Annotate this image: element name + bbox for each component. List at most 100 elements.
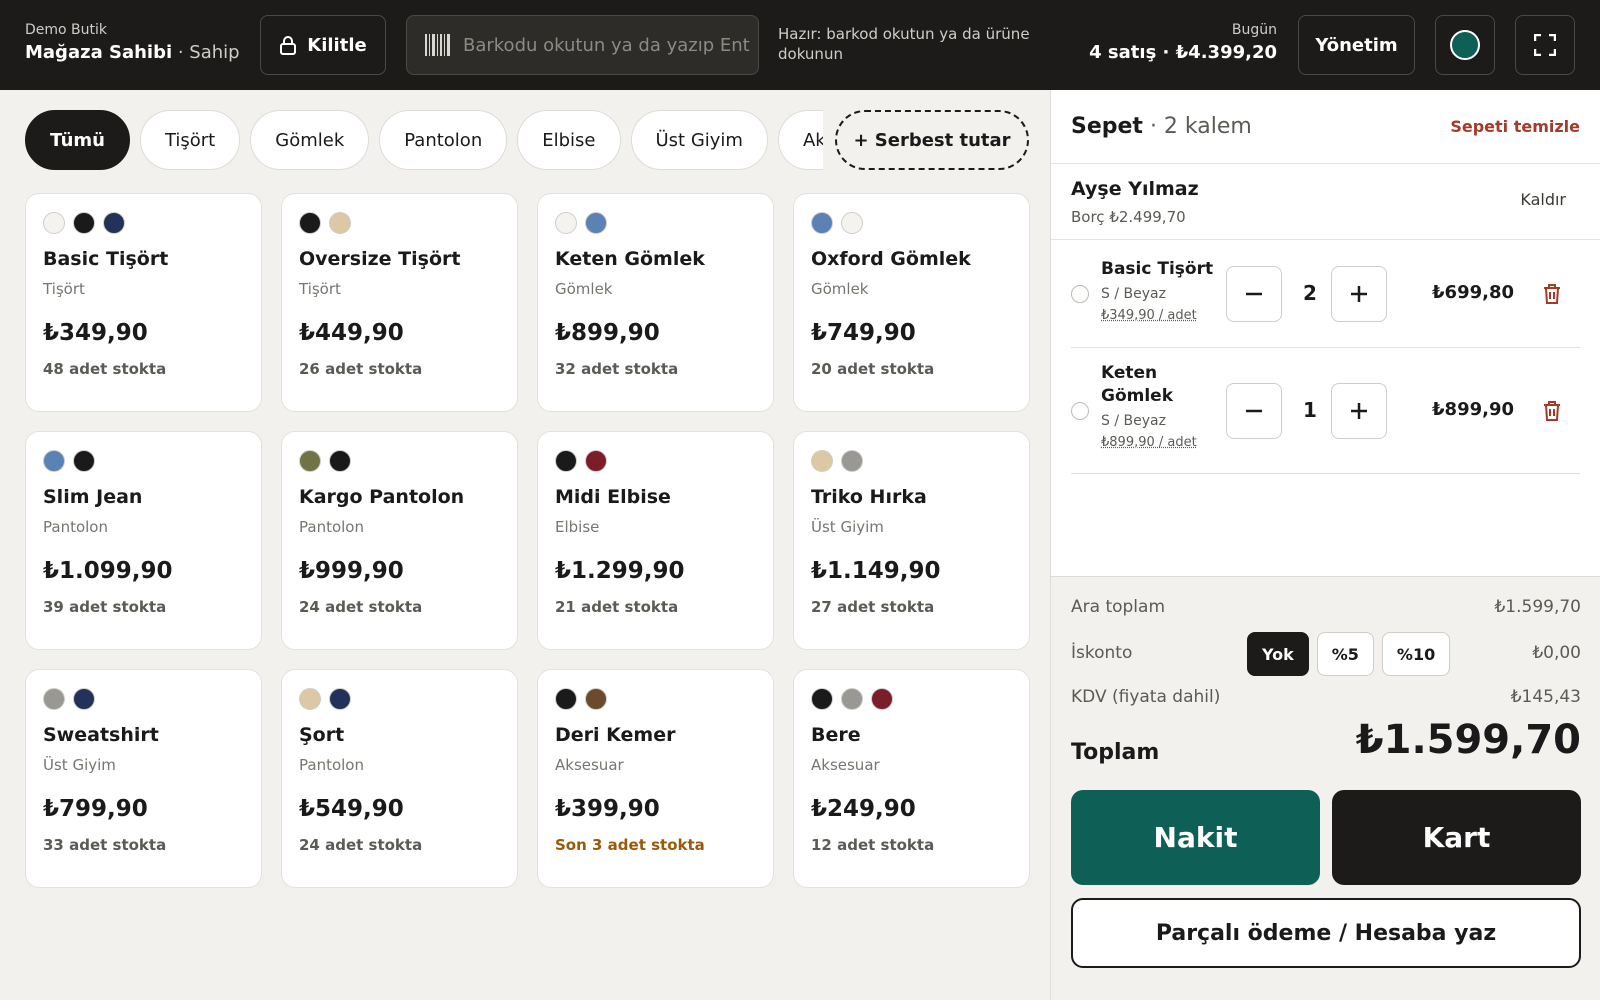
free-amount-button[interactable]: + Serbest tutar [835,110,1029,170]
product-stock: Son 3 adet stokta [555,836,756,854]
fullscreen-icon [1534,34,1556,56]
product-category: Tişört [43,280,244,298]
brand: Demo Butik Mağaza Sahibi · Sahip [25,22,240,63]
lock-icon [279,35,297,55]
product-price: ₺1.149,90 [811,558,1012,584]
line-select-radio[interactable] [1071,402,1089,420]
product-card[interactable]: Oversize Tişört Tişört ₺449,90 26 adet stok… [281,193,518,412]
management-button[interactable]: Yönetim [1298,15,1415,75]
discount-10-button[interactable]: %10 [1382,632,1450,676]
product-category: Tişört [299,280,500,298]
product-card[interactable]: Şort Pantolon ₺549,90 24 adet stokta [281,669,518,888]
product-price: ₺1.299,90 [555,558,756,584]
increase-qty-button[interactable] [1331,383,1387,439]
product-stock: 33 adet stokta [43,836,244,854]
discount-none-button[interactable]: Yok [1247,632,1309,676]
decrease-qty-button[interactable] [1226,266,1282,322]
product-category: Aksesuar [555,756,756,774]
color-swatch [103,212,125,234]
tab-category[interactable]: Aksesuar [778,110,823,170]
product-name: Triko Hırka [811,486,1012,508]
product-category: Aksesuar [811,756,1012,774]
total-label: Toplam [1071,740,1159,765]
color-swatches [299,688,500,710]
theme-button[interactable] [1435,15,1495,75]
line-variant: S / Beyaz [1101,286,1219,302]
trash-icon[interactable] [1540,399,1564,423]
cash-payment-button[interactable]: Nakit [1071,790,1320,885]
user-name-text: Mağaza Sahibi [25,42,172,63]
barcode-input[interactable]: Barkodu okutun ya da yazıp Ent [406,15,759,75]
product-card[interactable]: Triko Hırka Üst Giyim ₺1.149,90 27 adet sto… [793,431,1030,650]
product-price: ₺899,90 [555,320,756,346]
color-swatch [43,212,65,234]
color-swatch [73,212,95,234]
product-category: Gömlek [811,280,1012,298]
color-swatch [811,450,833,472]
quantity-value: 2 [1286,281,1334,305]
discount-label: İskonto [1071,643,1132,663]
theme-color-icon [1450,30,1480,60]
product-card[interactable]: Deri Kemer Aksesuar ₺399,90 Son 3 adet stok… [537,669,774,888]
color-swatch [871,688,893,710]
tab-category[interactable]: Tümü [25,110,130,170]
product-price: ₺1.099,90 [43,558,244,584]
color-swatch [585,688,607,710]
line-name: Basic Tişört [1101,258,1219,281]
product-card[interactable]: Keten Gömlek Gömlek ₺899,90 32 adet stokta [537,193,774,412]
line-variant: S / Beyaz [1101,413,1219,429]
status-hint: Hazır: barkod okutun ya da ürüne dokunun [778,24,1048,64]
tab-category[interactable]: Elbise [517,110,620,170]
line-select-radio[interactable] [1071,285,1089,303]
card-payment-button[interactable]: Kart [1332,790,1581,885]
color-swatches [555,450,756,472]
today-summary: Bugün 4 satış · ₺4.399,20 [1089,22,1277,63]
split-payment-button[interactable]: Parçalı ödeme / Hesaba yaz [1071,898,1581,968]
vat-value: ₺145,43 [1511,687,1581,707]
cart-line: Basic Tişört S / Beyaz ₺349,90 / adet 2 ₺699… [1071,240,1580,348]
lock-button[interactable]: Kilitle [260,15,386,75]
tab-category[interactable]: Gömlek [250,110,369,170]
product-card[interactable]: Slim Jean Pantolon ₺1.099,90 39 adet stokta [25,431,262,650]
product-category: Üst Giyim [811,518,1012,536]
increase-qty-button[interactable] [1331,266,1387,322]
tab-category[interactable]: Üst Giyim [631,110,768,170]
color-swatch [329,450,351,472]
today-label: Bugün [1089,22,1277,38]
product-card[interactable]: Sweatshirt Üst Giyim ₺799,90 33 adet stokta [25,669,262,888]
cart-line: Keten Gömlek S / Beyaz ₺899,90 / adet 1 ₺899… [1071,348,1580,474]
remove-customer-button[interactable]: Kaldır [1520,190,1566,209]
product-stock: 24 adet stokta [299,598,500,616]
trash-icon[interactable] [1540,282,1564,306]
barcode-placeholder: Barkodu okutun ya da yazıp Ent [463,35,750,56]
store-name: Demo Butik [25,22,240,38]
product-name: Kargo Pantolon [299,486,500,508]
decrease-qty-button[interactable] [1226,383,1282,439]
product-price: ₺349,90 [43,320,244,346]
minus-icon [1244,401,1264,421]
discount-5-button[interactable]: %5 [1317,632,1374,676]
plus-icon [1349,284,1369,304]
product-card[interactable]: Kargo Pantolon Pantolon ₺999,90 24 adet sto… [281,431,518,650]
customer-debt: Borç ₺2.499,70 [1071,208,1580,226]
product-card[interactable]: Bere Aksesuar ₺249,90 12 adet stokta [793,669,1030,888]
product-stock: 12 adet stokta [811,836,1012,854]
color-swatch [329,212,351,234]
tab-category[interactable]: Tişört [140,110,240,170]
product-stock: 24 adet stokta [299,836,500,854]
tab-category[interactable]: Pantolon [379,110,507,170]
cart-title: Sepet · 2 kalem [1071,114,1252,139]
product-category: Üst Giyim [43,756,244,774]
clear-cart-button[interactable]: Sepeti temizle [1450,117,1580,136]
product-card[interactable]: Oxford Gömlek Gömlek ₺749,90 20 adet stokta [793,193,1030,412]
line-name: Keten Gömlek [1101,362,1219,408]
line-unit-price[interactable]: ₺349,90 / adet [1101,308,1219,323]
product-card[interactable]: Basic Tişört Tişört ₺349,90 48 adet stokta [25,193,262,412]
product-card[interactable]: Midi Elbise Elbise ₺1.299,90 21 adet stokta [537,431,774,650]
color-swatch [299,450,321,472]
product-stock: 39 adet stokta [43,598,244,616]
fullscreen-button[interactable] [1515,15,1575,75]
line-unit-price[interactable]: ₺899,90 / adet [1101,435,1219,450]
product-category: Elbise [555,518,756,536]
line-info: Keten Gömlek S / Beyaz ₺899,90 / adet [1101,362,1219,450]
